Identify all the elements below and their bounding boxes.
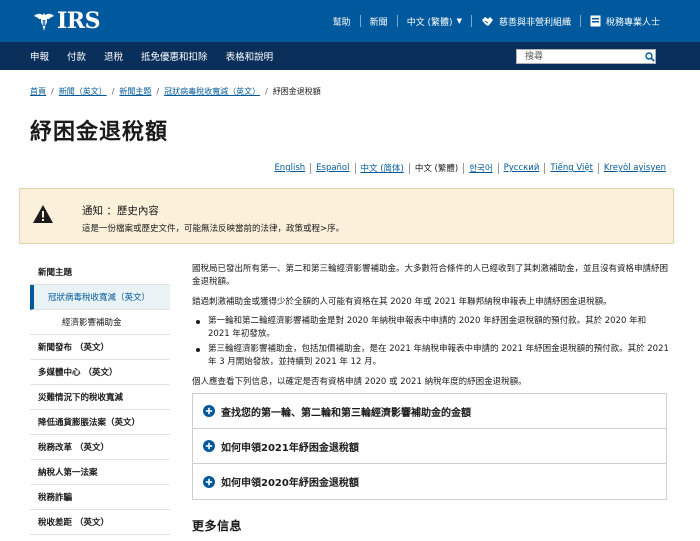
accordion-claim-2020-credit[interactable]: 如何申領2020年紓困金退稅額 <box>193 464 666 499</box>
alert-title: 通知 ：歷史內容 <box>82 205 159 217</box>
lang-haitian-creole[interactable]: Kreyòl ayisyen <box>599 163 666 173</box>
search-button[interactable] <box>645 50 655 63</box>
sidebar-item-taxpayer-first-act[interactable]: 納稅人第一法案 <box>30 460 170 485</box>
sidebar-item-tax-gap[interactable]: 稅收差距 （英文） <box>30 510 170 535</box>
help-link-label: 幫助 <box>332 17 351 28</box>
lang-russian[interactable]: Русский <box>499 163 545 173</box>
lang-chinese-traditional: 中文 (繁體) <box>414 164 459 174</box>
lang-vietnamese[interactable]: Tiếng Việt <box>545 163 598 173</box>
breadcrumb: 首頁 / 新聞（英文） / 新聞主題 / 冠狀病毒稅收寬減（英文） / 紓困金退… <box>30 86 321 97</box>
sidebar-item-news-releases[interactable]: 新聞發布 （英文） <box>30 335 170 360</box>
payment-rounds-list: 第一輪和第二輪經濟影響補助金是對 2020 年納稅申報表中申請的 2020 年紓… <box>196 315 670 369</box>
nav-pay[interactable]: 付款 <box>67 49 86 63</box>
sidebar-item-tax-reform[interactable]: 稅務改革 （英文） <box>30 435 170 460</box>
plus-circle-icon <box>203 475 215 488</box>
intro-paragraph: 國稅局已發出所有第一、第二和第三輪經濟影響補助金。大多數符合條件的人已經收到了其… <box>192 264 669 287</box>
utility-nav: 幫助 新聞 中文 (繁體) ▼ 慈善與非營利組織 稅務專業人士 <box>324 14 700 28</box>
more-info-heading: 更多信息 <box>192 519 243 533</box>
breadcrumb-separator: / <box>265 87 268 96</box>
accordion-label: 查找您的第一輪、第二輪和第三輪經濟影響補助金的金額 <box>221 407 471 419</box>
plus-circle-icon <box>203 405 215 417</box>
breadcrumb-news[interactable]: 新聞（英文） <box>59 86 107 97</box>
search-input[interactable] <box>517 50 645 63</box>
language-selector-label: 中文 (繁體) <box>406 17 453 28</box>
sidebar-nav: 新聞主題 冠狀病毒稅收寬減（英文） 經濟影響補助金 新聞發布 （英文） 多媒體中… <box>30 260 170 535</box>
help-link[interactable]: 幫助 <box>324 14 360 28</box>
news-link[interactable]: 新聞 <box>361 14 397 28</box>
chevron-down-icon: ▼ <box>456 17 462 25</box>
sidebar-item-news-topics[interactable]: 新聞主題 <box>30 260 170 285</box>
breadcrumb-news-topics[interactable]: 新聞主題 <box>119 86 151 97</box>
breadcrumb-separator: / <box>156 87 160 96</box>
irs-logo[interactable]: IRS <box>32 8 100 34</box>
sidebar-item-tax-scams[interactable]: 稅務詐騙 <box>30 485 170 510</box>
breadcrumb-home[interactable]: 首頁 <box>30 86 46 97</box>
eligibility-paragraph: 錯過刺激補助金或獲得少於全額的人可能有資格在其 2020 年或 2021 年聯邦… <box>192 297 612 307</box>
handshake-icon <box>481 16 493 26</box>
nav-file[interactable]: 申報 <box>30 49 49 63</box>
breadcrumb-separator: / <box>51 87 54 96</box>
check-info-paragraph: 個人應查看下列信息，以確定是否有資格申請 2020 或 2021 納稅年度的紓困… <box>192 377 527 387</box>
sidebar-item-inflation-reduction-act[interactable]: 降低通貨膨脹法案（英文） <box>30 410 170 435</box>
lang-chinese-simplified[interactable]: 中文 (简体) <box>356 162 409 174</box>
lang-spanish[interactable]: Español <box>311 163 354 173</box>
charities-link[interactable]: 慈善與非營利組織 <box>472 14 580 28</box>
accordion-find-payment-amounts[interactable]: 查找您的第一輪、第二輪和第三輪經濟影響補助金的金額 <box>193 394 666 429</box>
lang-korean[interactable]: 한국어 <box>464 162 497 174</box>
accordion: 查找您的第一輪、第二輪和第三輪經濟影響補助金的金額 如何申領2021年紓困金退稅… <box>192 393 667 500</box>
main-content: 國稅局已發出所有第一、第二和第三輪經濟影響補助金。大多數符合條件的人已經收到了其… <box>192 263 670 396</box>
sidebar-item-economic-impact-payments[interactable]: 經濟影響補助金 <box>30 310 170 335</box>
language-links: English Español 中文 (简体) 中文 (繁體) 한국어 Русс… <box>269 162 666 174</box>
language-selector[interactable]: 中文 (繁體) ▼ <box>398 14 471 28</box>
search-icon <box>645 51 655 62</box>
sidebar-item-disaster-relief[interactable]: 災難情況下的稅收寬減 <box>30 385 170 410</box>
tax-pros-link[interactable]: 稅務專業人士 <box>581 14 700 28</box>
logo-wordmark: IRS <box>57 8 100 34</box>
alert-body: 這是一份檔案或歷史文件，可能無法反映當前的法律，政策或程>序。 <box>82 224 345 234</box>
breadcrumb-coronavirus-relief[interactable]: 冠狀病毒稅收寬減（英文） <box>164 86 260 97</box>
site-header: IRS 幫助 新聞 中文 (繁體) ▼ 慈善與非營利組織 稅務專業人士 <box>0 0 700 42</box>
nav-forms-instructions[interactable]: 表格和說明 <box>226 49 274 63</box>
accordion-claim-2021-credit[interactable]: 如何申領2021年紓困金退稅額 <box>193 429 666 464</box>
list-item: 第一輪和第二輪經濟影響補助金是對 2020 年納稅申報表中申請的 2020 年紓… <box>196 315 670 341</box>
charities-link-label: 慈善與非營利組織 <box>498 17 571 28</box>
plus-circle-icon <box>203 440 215 452</box>
breadcrumb-current: 紓困金退稅額 <box>272 87 321 96</box>
main-nav: 申報 付款 退稅 抵免優惠和扣除 表格和說明 <box>0 42 700 70</box>
lang-english[interactable]: English <box>269 163 310 173</box>
accordion-label: 如何申領2020年紓困金退稅額 <box>221 478 359 489</box>
sidebar-item-multimedia-center[interactable]: 多媒體中心 （英文） <box>30 360 170 385</box>
page-title: 紓困金退稅額 <box>30 120 169 145</box>
nav-refunds[interactable]: 退稅 <box>104 49 123 63</box>
breadcrumb-separator: / <box>111 87 115 96</box>
sidebar-item-coronavirus-relief[interactable]: 冠狀病毒稅收寬減（英文） <box>30 285 170 310</box>
historical-content-alert: 通知 ：歷史內容 這是一份檔案或歷史文件，可能無法反映當前的法律，政策或程>序。 <box>19 188 674 244</box>
id-card-icon <box>590 15 601 27</box>
list-item: 第三輪經濟影響補助金，包括加價補助金，是在 2021 年納稅申報表中申請的 20… <box>196 344 669 367</box>
accordion-label: 如何申領2021年紓困金退稅額 <box>221 442 359 454</box>
search-box <box>516 49 656 64</box>
nav-credits-deductions[interactable]: 抵免優惠和扣除 <box>141 49 208 63</box>
tax-pros-link-label: 稅務專業人士 <box>605 17 660 28</box>
warning-icon <box>33 205 53 223</box>
news-link-label: 新聞 <box>369 17 388 28</box>
eagle-logo-icon <box>34 13 54 31</box>
